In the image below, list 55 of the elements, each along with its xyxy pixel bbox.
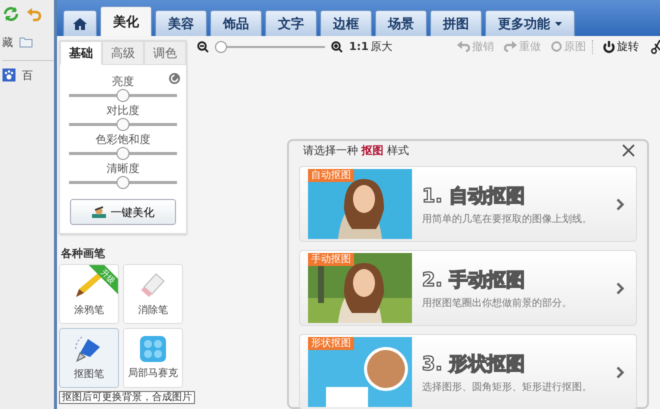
undo-icon (457, 41, 470, 52)
bookmark-label[interactable]: 藏 (2, 34, 13, 50)
chevron-right-icon (616, 366, 624, 378)
zoom-in-icon[interactable] (331, 40, 343, 52)
actual-size-button[interactable]: 1:1 原大 (349, 39, 393, 54)
section-title: 各种画笔 (61, 246, 106, 261)
option-description: 用抠图笔圈出你想做前景的部分。 (422, 296, 573, 310)
scissors-icon[interactable] (651, 40, 660, 54)
tab[interactable]: 文字 (265, 10, 317, 36)
tooltip: 抠图后可更换背景，合成图片 (59, 391, 195, 404)
toolbar-button[interactable]: 旋转 (603, 39, 639, 54)
option-title: 1. 自动抠图 (422, 184, 526, 208)
home-tab[interactable] (63, 10, 97, 36)
chevron-right-icon (616, 282, 624, 294)
slider-label: 清晰度 (106, 162, 140, 175)
picture-badge: 形状抠图 (308, 337, 354, 350)
tab[interactable]: 美容 (155, 10, 207, 36)
option-description: 选择图形、圆角矩形、矩形进行抠图。 (422, 380, 593, 394)
dialog-title: 请选择一种 抠图 样式 (303, 143, 409, 158)
cutout-option[interactable]: 自动抠图 1. 自动抠图 用简单的几笔在要抠取的图像上划线。 (299, 166, 637, 242)
paw-icon[interactable] (2, 68, 16, 82)
more-menu-tab[interactable]: 更多功能 (485, 10, 575, 36)
tab[interactable]: 场景 (375, 10, 427, 36)
portrait-icon (92, 206, 106, 218)
slider-label: 对比度 (106, 104, 140, 117)
tab[interactable]: 边框 (320, 10, 372, 36)
home-icon (73, 18, 87, 30)
circle-icon (551, 41, 562, 52)
brush-tool[interactable]: 局部马赛克 (123, 328, 183, 388)
tab[interactable]: 拼图 (430, 10, 482, 36)
redo-icon (504, 41, 517, 52)
caret-icon (555, 22, 562, 26)
tab[interactable]: 美化 (100, 6, 152, 36)
undo-icon[interactable] (26, 6, 42, 22)
zoom-out-icon[interactable] (197, 40, 209, 52)
picture-badge: 手动抠图 (308, 253, 354, 266)
mosaic-icon (140, 336, 166, 362)
reset-icon[interactable] (169, 73, 180, 84)
sub-tab[interactable]: 高级 (102, 41, 144, 65)
refresh-icon[interactable] (2, 5, 20, 23)
picture-badge: 自动抠图 (308, 169, 354, 182)
browser-tab[interactable]: 百 (22, 68, 33, 82)
close-icon[interactable] (622, 144, 635, 157)
sub-tab[interactable]: 调色 (144, 41, 186, 65)
slider-label: 亮度 (112, 75, 134, 88)
brush-tool[interactable]: 涂鸦笔 升级 (59, 264, 119, 324)
sub-tab[interactable]: 基础 (60, 41, 102, 65)
folder-icon[interactable] (19, 36, 33, 48)
tab[interactable]: 饰品 (210, 10, 262, 36)
brush-tool[interactable]: 抠图笔 (59, 328, 119, 388)
brush-tool[interactable]: 消除笔 (123, 264, 183, 324)
chevron-right-icon (616, 198, 624, 210)
slider-label: 色彩饱和度 (96, 133, 150, 146)
option-description: 用简单的几笔在要抠取的图像上划线。 (422, 212, 593, 226)
auto-beautify-button[interactable]: 一键美化 (70, 199, 176, 225)
